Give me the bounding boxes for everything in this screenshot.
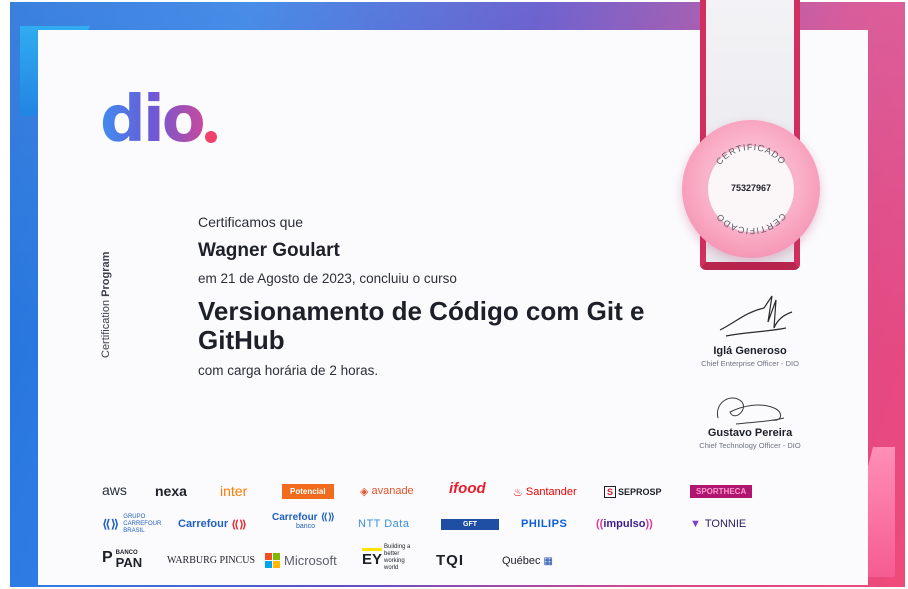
- partner-carrefour-logo: Carrefour ⟪⟫: [178, 518, 247, 531]
- partner-santander-logo: ♨ Santander: [513, 486, 577, 499]
- certificate-number: 75327967: [730, 183, 772, 193]
- partner-ifood-logo: ifood: [449, 479, 486, 497]
- partner-quebec-logo: Québec ▦: [502, 555, 553, 567]
- partner-banco-pan-logo: P BANCO PAN: [102, 549, 143, 570]
- partner-seprosp-logo: S SEPROSP: [604, 482, 662, 502]
- course-title: Versionamento de Código com Git e GitHub: [198, 296, 645, 355]
- carrefour-icon: ⟪⟫: [231, 518, 247, 531]
- tonnie-icon: ▼: [690, 518, 701, 530]
- pan-icon: P: [102, 549, 113, 566]
- svg-text:CERTIFICADO: CERTIFICADO: [714, 211, 788, 236]
- partner-warburg-pincus-logo: WARBURG PINCUS: [167, 554, 256, 566]
- recipient-name: Wagner Goulart: [198, 240, 340, 261]
- microsoft-icon: [265, 552, 280, 568]
- partner-philips-logo: PHILIPS: [521, 518, 568, 530]
- partner-impulso-logo: ((impulso)): [596, 518, 653, 530]
- certify-intro: Certificamos que: [198, 214, 304, 230]
- signer-name: Gustavo Pereira: [707, 427, 793, 439]
- signature-scribble: [719, 295, 793, 337]
- seal-top-text: CERTIFICADO: [714, 142, 787, 167]
- partner-aws-logo: aws: [102, 482, 127, 498]
- partner-potencial-logo: Potencial: [282, 481, 334, 501]
- partner-nexa-logo: nexa: [155, 483, 187, 499]
- partner-microsoft-logo: Microsoft: [265, 550, 337, 570]
- completion-date-line: em 21 de Agosto de 2023, concluiu o curs…: [198, 271, 457, 286]
- signature-scribble: [716, 397, 785, 425]
- partner-sportheca-logo: SPORTHECA: [690, 481, 753, 501]
- partner-grupo-carrefour-logo: ⟪⟫ GRUPO CARREFOUR BRASIL: [102, 513, 162, 534]
- quebec-flag-icon: ▦: [543, 555, 553, 567]
- signer-title: Chief Technology Officer - DIO: [699, 441, 801, 450]
- seal-bottom-text: CERTIFICADO: [714, 211, 788, 236]
- signature-block: Iglá Generoso Chief Enterprise Officer -…: [694, 345, 806, 368]
- dio-logo: dio: [100, 83, 217, 157]
- seprosp-icon: S: [604, 486, 617, 498]
- santander-flame-icon: ♨: [513, 486, 523, 499]
- svg-text:CERTIFICADO: CERTIFICADO: [714, 142, 788, 167]
- logo-text: dio: [100, 83, 206, 157]
- avanade-icon: ◈: [360, 485, 369, 498]
- signer-title: Chief Enterprise Officer - DIO: [701, 359, 799, 368]
- carrefour-icon: ⟪⟫: [320, 512, 335, 523]
- partner-gft-logo: GFT: [441, 514, 499, 534]
- course-hours: com carga horária de 2 horas.: [198, 363, 379, 378]
- partner-avanade-logo: ◈ avanade: [360, 485, 414, 498]
- partner-tonnie-logo: ▼ TONNIE: [690, 518, 747, 530]
- partner-carrefour-banco-logo: Carrefour ⟪⟫ banco: [272, 512, 335, 530]
- signer-name: Iglá Generoso: [713, 345, 787, 357]
- partner-ey-logo: EY Building a better working world: [362, 544, 411, 571]
- certificate-seal: CERTIFICADO CERTIFICADO 75327967: [682, 120, 820, 258]
- partner-nttdata-logo: NTT Data: [358, 518, 410, 530]
- partner-inter-logo: inter: [220, 483, 248, 499]
- certification-program-label: Certification Program: [100, 251, 112, 358]
- partner-tqi-logo: TQI: [436, 551, 464, 569]
- logo-dot: [204, 131, 217, 143]
- carrefour-icon: ⟪⟫: [102, 517, 120, 531]
- signature-block: Gustavo Pereira Chief Technology Officer…: [694, 427, 806, 450]
